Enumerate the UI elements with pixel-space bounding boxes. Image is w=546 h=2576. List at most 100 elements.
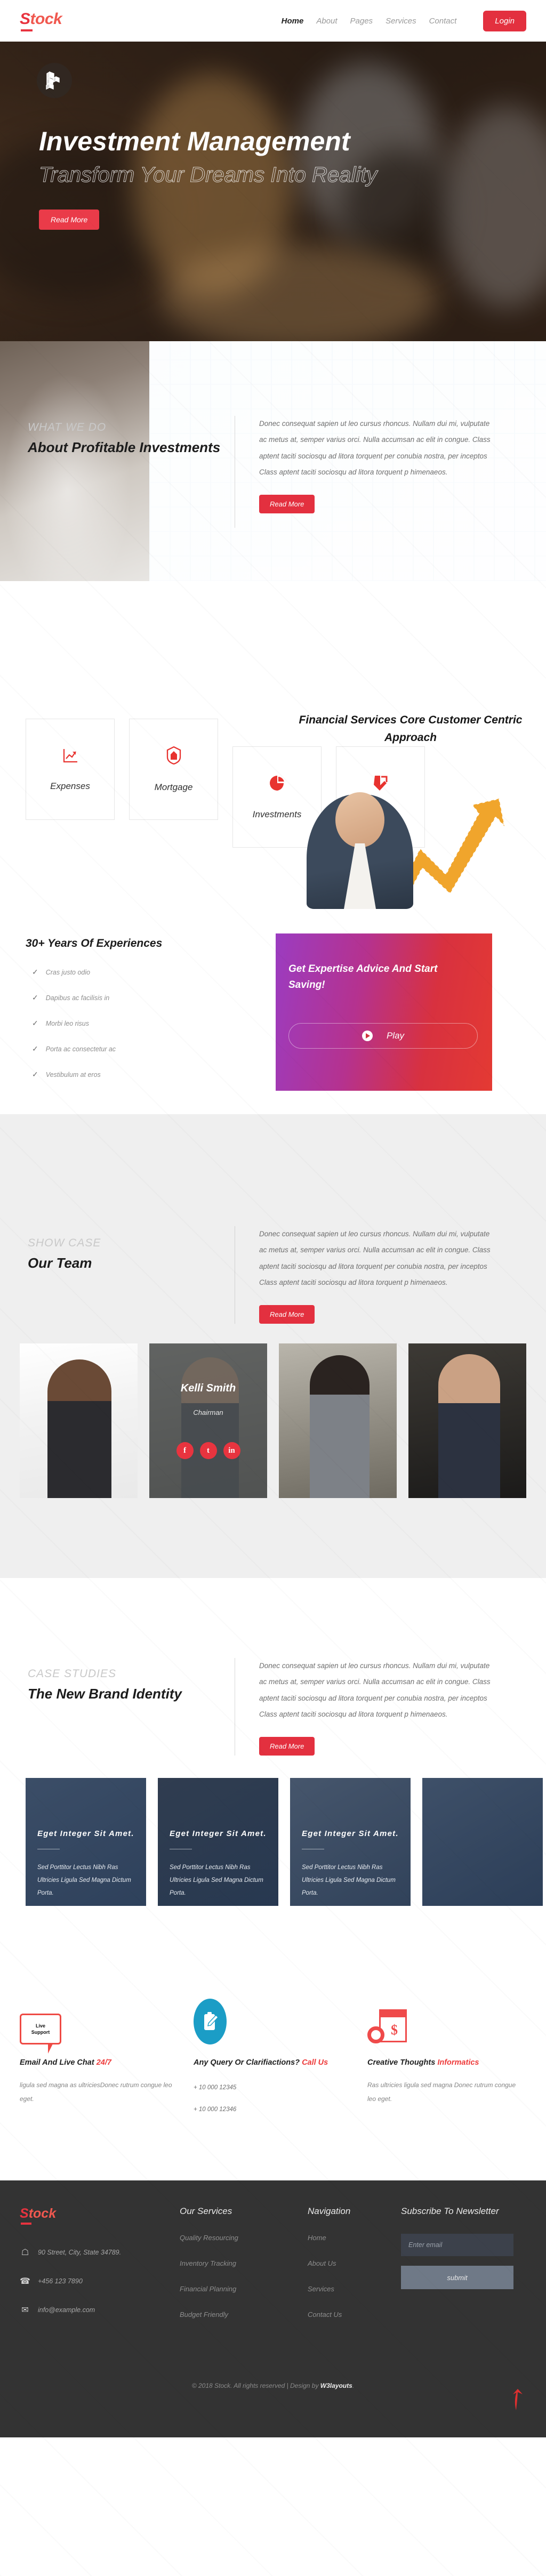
case-card-text: Sed Porttitor Lectus Nibh Ras Ultricies …	[302, 1864, 396, 1897]
footer-services-column: Our Services Quality Resourcing Inventor…	[180, 2206, 308, 2336]
case-card-text: Sed Porttitor Lectus Nibh Ras Ultricies …	[170, 1864, 263, 1897]
feature-creative-thoughts: $ Creative Thoughts Informatics Ras ultr…	[367, 1986, 525, 2116]
experience-list: ✓ Cras justo odio ✓ Dapibus ac facilisis i…	[32, 968, 116, 1096]
check-icon: ✓	[32, 993, 38, 1002]
case-card[interactable]	[422, 1778, 543, 1906]
check-icon: ✓	[32, 1070, 38, 1078]
feature-phone-1[interactable]: + 10 000 12345	[194, 2081, 351, 2095]
cubes-icon	[37, 63, 72, 98]
footer-phone[interactable]: +456 123 7890	[38, 2277, 83, 2285]
member-name: Kelli Smith	[180, 1382, 236, 1394]
promo-card: Get Expertise Advice And Start Saving! P…	[276, 933, 492, 1091]
service-card-mortgage[interactable]: Mortgage	[129, 719, 218, 820]
footer-email-row: ✉ info@example.com	[20, 2305, 180, 2315]
team-member-card[interactable]: Kelli Smith Chairman f t in	[149, 1343, 267, 1498]
footer-service-link[interactable]: Budget Friendly	[180, 2311, 308, 2319]
nav-item-home[interactable]: Home	[282, 17, 304, 26]
logo-rest: tock	[30, 10, 62, 28]
site-logo[interactable]: Stock	[20, 10, 62, 31]
nav-item-pages[interactable]: Pages	[350, 17, 373, 26]
experience-item-label: Morbi leo risus	[45, 1019, 90, 1027]
footer-nav-link-contact[interactable]: Contact Us	[308, 2311, 401, 2319]
case-card[interactable]: Eget Integer Sit Amet. Sed Porttitor Lec…	[26, 1778, 146, 1906]
feature-live-chat: Live Support Email And Live Chat 24/7 li…	[20, 1986, 178, 2116]
case-card-title: Eget Integer Sit Amet.	[37, 1829, 134, 1838]
features-section: Live Support Email And Live Chat 24/7 li…	[0, 1965, 546, 2181]
play-icon	[362, 1031, 373, 1041]
about-heading-block: WHAT WE DO About Profitable Investments	[28, 421, 230, 456]
case-card[interactable]: Eget Integer Sit Amet. Sed Porttitor Lec…	[290, 1778, 411, 1906]
footer-nav-link-about[interactable]: About Us	[308, 2259, 401, 2267]
team-member-card[interactable]	[408, 1343, 526, 1498]
case-eyebrow: CASE STUDIES	[28, 1668, 117, 1680]
copyright-brand-link[interactable]: W3layouts	[320, 2382, 352, 2389]
nav-item-services[interactable]: Services	[386, 17, 416, 26]
footer-address: 90 Street, City, State 34789.	[38, 2249, 122, 2257]
play-video-button[interactable]: Play	[288, 1023, 478, 1049]
member-overlay: Kelli Smith Chairman f t in	[149, 1343, 267, 1498]
case-card-title: Eget Integer Sit Amet.	[170, 1829, 267, 1838]
list-item: ✓ Vestibulum at eros	[32, 1070, 116, 1079]
service-card-expenses[interactable]: Expenses	[26, 719, 115, 820]
team-paragraph: Donec consequat sapien ut leo cursus rho…	[259, 1230, 491, 1287]
feature-phone-2[interactable]: + 10 000 12346	[194, 2103, 351, 2116]
footer-address-row: ☖ 90 Street, City, State 34789.	[20, 2247, 180, 2258]
team-member-card[interactable]	[279, 1343, 397, 1498]
team-section: SHOW CASE Our Team Donec consequat sapie…	[0, 1114, 546, 1578]
footer-service-link[interactable]: Inventory Tracking	[180, 2259, 308, 2267]
service-label: Mortgage	[154, 782, 193, 792]
footer-contact-info: ☖ 90 Street, City, State 34789. ☎ +456 1…	[20, 2247, 180, 2315]
newsletter-email-input[interactable]	[401, 2234, 513, 2257]
experience-item-label: Dapibus ac facilisis in	[45, 994, 110, 1002]
play-label: Play	[386, 1031, 405, 1041]
linkedin-icon[interactable]: in	[223, 1442, 240, 1459]
footer-service-link[interactable]: Financial Planning	[180, 2285, 308, 2293]
back-to-top-button[interactable]	[511, 2388, 525, 2414]
experience-item-label: Porta ac consectetur ac	[45, 1045, 116, 1053]
team-title: Our Team	[28, 1255, 92, 1271]
about-body-block: Donec consequat sapien ut leo cursus rho…	[235, 416, 496, 528]
case-card-image	[422, 1778, 543, 1906]
copyright-bar: © 2018 Stock. All rights reserved | Desi…	[0, 2366, 546, 2437]
login-button[interactable]: Login	[483, 10, 526, 31]
footer-logo[interactable]: Stock	[20, 2206, 56, 2225]
about-title: About Profitable Investments	[28, 439, 221, 455]
team-read-more-button[interactable]: Read More	[259, 1305, 315, 1324]
experience-title: 30+ Years Of Experiences	[26, 937, 163, 949]
feature-title: Creative Thoughts Informatics	[367, 2056, 525, 2070]
hero-banner: Investment Management Transform Your Dre…	[0, 42, 546, 341]
facebook-icon[interactable]: f	[176, 1442, 194, 1459]
bubble-line-2: Support	[31, 2030, 50, 2035]
footer-nav-link-home[interactable]: Home	[308, 2234, 401, 2242]
hero-title: Investment Management	[39, 126, 350, 156]
feature-title-accent: Call Us	[302, 2058, 328, 2067]
team-member-card[interactable]	[20, 1343, 138, 1498]
about-eyebrow: WHAT WE DO	[28, 421, 107, 433]
case-card[interactable]: Eget Integer Sit Amet. Sed Porttitor Lec…	[158, 1778, 278, 1906]
arrow-trend-icon	[373, 775, 389, 794]
case-studies-section: CASE STUDIES The New Brand Identity Done…	[0, 1578, 546, 1965]
check-icon: ✓	[32, 1044, 38, 1053]
check-icon: ✓	[32, 1019, 38, 1027]
envelope-icon: ✉	[21, 2306, 29, 2315]
hero-read-more-button[interactable]: Read More	[39, 210, 100, 230]
team-member-list: Kelli Smith Chairman f t in	[20, 1343, 526, 1498]
copyright-suffix: .	[352, 2382, 355, 2390]
shield-home-icon	[166, 746, 181, 767]
newsletter-submit-button[interactable]: submit	[401, 2266, 513, 2290]
twitter-icon[interactable]: t	[199, 1442, 217, 1459]
footer-phone-row: ☎ +456 123 7890	[20, 2276, 180, 2287]
nav-item-contact[interactable]: Contact	[429, 17, 457, 26]
footer-service-link[interactable]: Quality Resourcing	[180, 2234, 308, 2242]
footer-nav-link-services[interactable]: Services	[308, 2285, 401, 2293]
experience-item-label: Cras justo odio	[45, 968, 91, 976]
feature-title: Email And Live Chat 24/7	[20, 2056, 178, 2070]
about-read-more-button[interactable]: Read More	[259, 494, 315, 513]
logo-first-letter: S	[20, 10, 30, 28]
site-header: Stock Home About Pages Services Contact …	[0, 0, 546, 42]
nav-item-about[interactable]: About	[316, 17, 337, 26]
service-card-investments[interactable]: Investments	[232, 746, 322, 848]
about-paragraph: Donec consequat sapien ut leo cursus rho…	[259, 420, 491, 477]
footer-email[interactable]: info@example.com	[38, 2306, 95, 2314]
case-read-more-button[interactable]: Read More	[259, 1736, 315, 1756]
